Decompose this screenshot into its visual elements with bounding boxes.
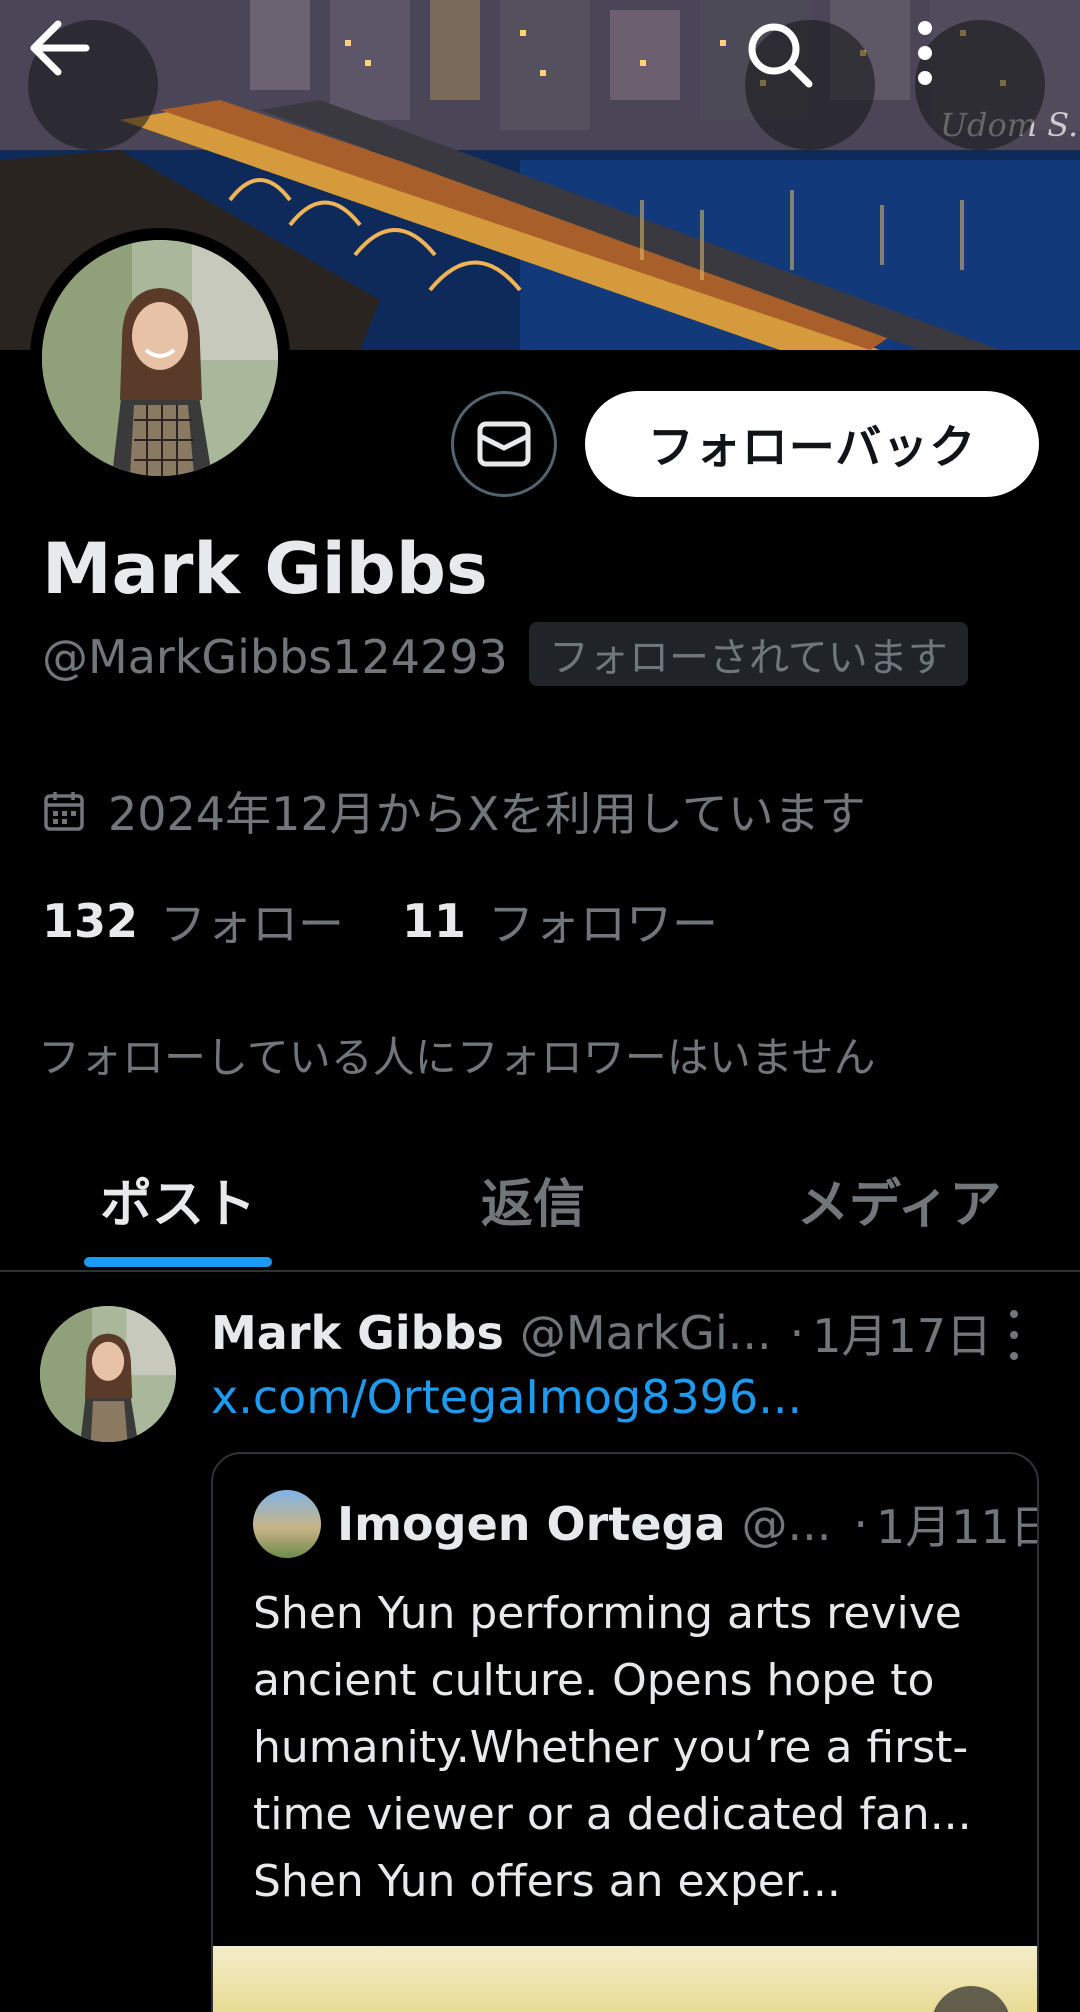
quoted-post-text: Shen Yun performing arts revive ancient … bbox=[253, 1588, 972, 1907]
back-button[interactable] bbox=[28, 20, 158, 150]
post-link[interactable]: x.com/OrtegaImog8396... bbox=[211, 1370, 802, 1424]
followers-count[interactable]: 11 bbox=[402, 894, 466, 948]
post-date[interactable]: 1月17日 bbox=[812, 1300, 992, 1366]
calendar-icon bbox=[44, 792, 84, 831]
avatar-photo bbox=[42, 240, 278, 476]
follow-stats: 132 フォロー 11 フォロワー bbox=[42, 888, 776, 954]
tab-posts[interactable]: ポスト bbox=[100, 1162, 256, 1237]
more-options-button[interactable] bbox=[915, 20, 1045, 150]
quoted-post-media[interactable] bbox=[213, 1946, 1037, 2012]
profile-handle: @MarkGibbs124293 bbox=[42, 630, 508, 684]
quoted-author-handle: @... bbox=[741, 1497, 832, 1551]
tab-replies[interactable]: 返信 bbox=[481, 1162, 585, 1237]
mutual-followers-note: フォローしている人にフォロワーはいません bbox=[38, 1033, 876, 1082]
media-badge-icon bbox=[931, 1986, 1011, 2012]
active-tab-indicator bbox=[84, 1257, 272, 1267]
following-label[interactable]: フォロー bbox=[160, 888, 344, 954]
post-author-avatar[interactable] bbox=[40, 1306, 176, 1442]
post-header: Mark Gibbs @MarkGi... · 1月17日 bbox=[211, 1300, 992, 1366]
following-count[interactable]: 132 bbox=[42, 894, 138, 948]
post-author-handle[interactable]: @MarkGi... bbox=[520, 1306, 772, 1360]
profile-name: Mark Gibbs bbox=[42, 528, 488, 610]
follow-back-button[interactable]: フォローバック bbox=[585, 391, 1039, 497]
joined-text: 2024年12月からXを利用しています bbox=[108, 787, 866, 841]
more-vertical-icon bbox=[918, 21, 932, 85]
post-more-icon[interactable] bbox=[996, 1310, 1032, 1360]
follows-you-badge: フォローされています bbox=[529, 622, 968, 686]
quoted-post-header: Imogen Ortega @... · 1月11日 bbox=[253, 1490, 1039, 1558]
post-separator: · bbox=[789, 1306, 805, 1360]
envelope-icon bbox=[477, 421, 531, 467]
profile-tabs: ポスト 返信 メディア bbox=[0, 1140, 1080, 1272]
followers-label[interactable]: フォロワー bbox=[488, 888, 718, 954]
joined-date: 2024年12月からXを利用しています bbox=[42, 778, 866, 844]
quoted-author-name: Imogen Ortega bbox=[337, 1497, 726, 1551]
post-author-name[interactable]: Mark Gibbs bbox=[211, 1306, 504, 1360]
quoted-post[interactable]: Imogen Ortega @... · 1月11日 Shen Yun perf… bbox=[211, 1452, 1039, 2012]
search-icon bbox=[748, 23, 813, 88]
profile-avatar[interactable] bbox=[30, 228, 290, 488]
tab-media[interactable]: メディア bbox=[797, 1162, 1001, 1237]
arrow-left-icon bbox=[30, 20, 90, 76]
quoted-date: 1月11日 bbox=[875, 1500, 1039, 1554]
quoted-author-avatar bbox=[253, 1490, 321, 1558]
message-button[interactable] bbox=[451, 391, 557, 497]
quoted-separator: · bbox=[853, 1497, 868, 1551]
post-avatar-photo bbox=[40, 1306, 176, 1442]
search-button[interactable] bbox=[745, 20, 875, 150]
